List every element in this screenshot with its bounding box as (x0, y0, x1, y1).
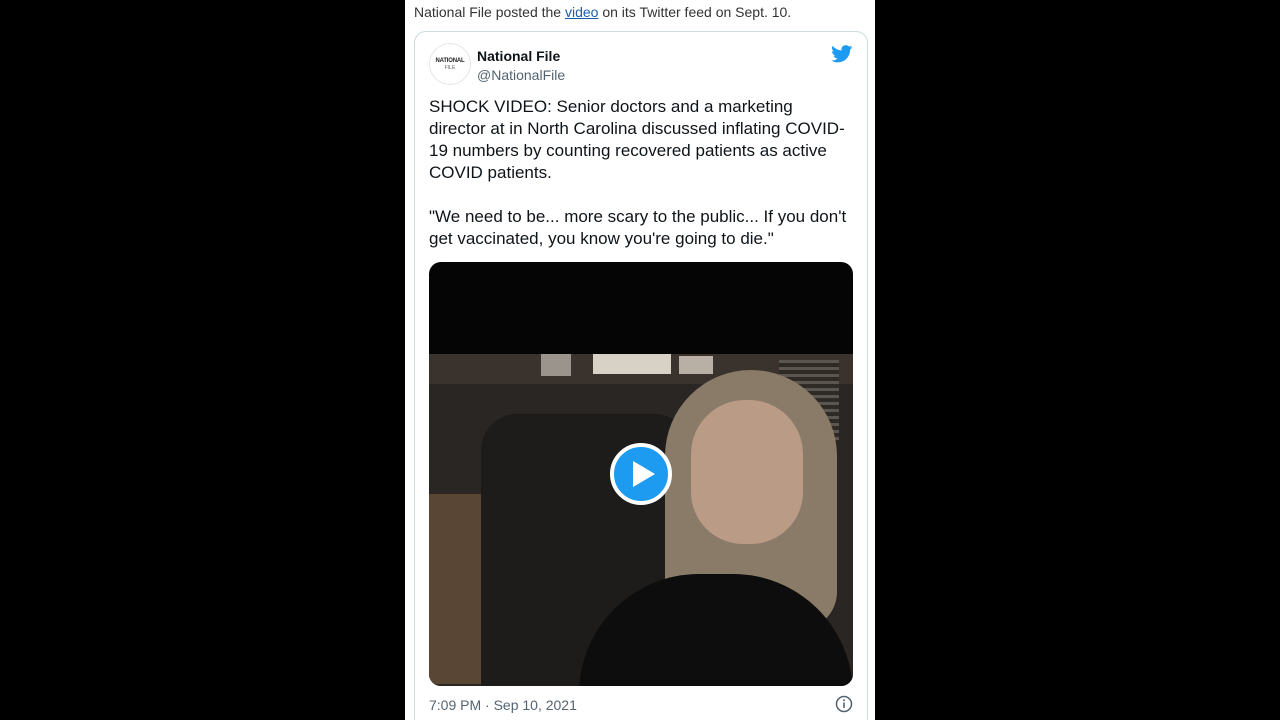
info-icon[interactable] (835, 695, 853, 713)
twitter-bird-icon[interactable] (831, 45, 853, 63)
tweet-timestamp[interactable]: 7:09 PM · Sep 10, 2021 (429, 697, 577, 713)
article-page: National File posted the video on its Tw… (405, 0, 875, 720)
embedded-tweet[interactable]: NATIONAL FILE National File @NationalFil… (414, 31, 868, 720)
tweet-text: SHOCK VIDEO: Senior doctors and a market… (429, 97, 847, 248)
avatar-logo-line2: FILE (444, 64, 456, 71)
avatar-logo-line1: NATIONAL (435, 57, 465, 64)
video-player[interactable] (429, 262, 853, 686)
author-handle[interactable]: @NationalFile (477, 67, 565, 83)
author-name[interactable]: National File (477, 48, 560, 64)
avatar[interactable]: NATIONAL FILE (429, 43, 471, 85)
caption-prefix: National File posted the (414, 4, 565, 20)
play-button[interactable] (610, 443, 672, 505)
video-link[interactable]: video (565, 4, 598, 20)
article-caption: National File posted the video on its Tw… (414, 4, 791, 20)
video-thumbnail (429, 354, 853, 686)
play-icon (632, 461, 655, 487)
caption-suffix: on its Twitter feed on Sept. 10. (598, 4, 792, 20)
